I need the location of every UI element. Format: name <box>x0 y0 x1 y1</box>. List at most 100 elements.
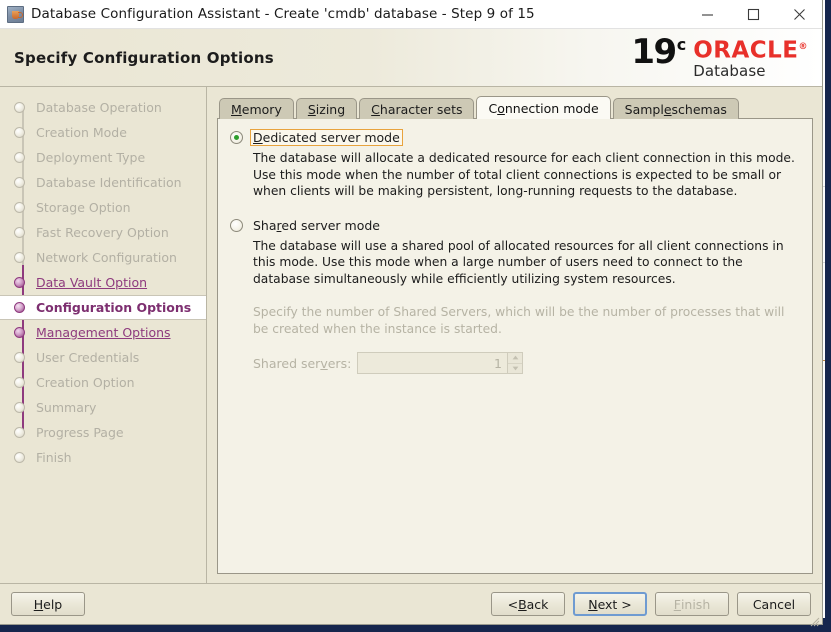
step-bullet-icon <box>14 252 25 263</box>
sidebar-step-progress-page[interactable]: Progress Page <box>0 420 206 445</box>
stepper-down-icon[interactable] <box>508 362 522 373</box>
sidebar-step-storage-option[interactable]: Storage Option <box>0 195 206 220</box>
shared-servers-stepper[interactable]: 1 <box>357 352 523 374</box>
help-button[interactable]: Help <box>11 592 85 616</box>
step-bullet-icon <box>14 202 25 213</box>
dbca-dialog-window: Database Configuration Assistant - Creat… <box>0 0 823 627</box>
resize-grip[interactable] <box>809 612 820 627</box>
sidebar-step-label: Deployment Type <box>36 150 146 165</box>
radio-dedicated-server-mode[interactable] <box>230 131 243 144</box>
logo-version-number: 19 <box>631 32 677 72</box>
button-label-rest: ext > <box>597 596 632 612</box>
title-bar[interactable]: Database Configuration Assistant - Creat… <box>0 0 822 29</box>
sidebar-step-label: Creation Option <box>36 375 135 390</box>
tab-label-rest: nnection mode <box>504 100 599 116</box>
sidebar-step-label: Summary <box>36 400 97 415</box>
dialog-footer: Help < Back Next > Finish Cancel <box>0 584 822 627</box>
label-rest: edicated server mode <box>262 130 400 145</box>
tab-label-start: Sampl <box>624 101 664 117</box>
stepper-arrows <box>507 353 522 373</box>
sidebar-step-user-credentials[interactable]: User Credentials <box>0 345 206 370</box>
tab-mnemonic: M <box>231 101 242 117</box>
step-bullet-icon <box>14 277 25 288</box>
sidebar-step-label: Data Vault Option <box>36 275 148 290</box>
tab-connection-mode[interactable]: Co nnection mode <box>476 96 611 119</box>
tab-character-sets[interactable]: Character sets <box>359 98 475 119</box>
shared-servers-value[interactable]: 1 <box>358 353 507 373</box>
step-bullet-icon <box>14 452 25 463</box>
sidebar-step-fast-recovery-option[interactable]: Fast Recovery Option <box>0 220 206 245</box>
next-button[interactable]: Next > <box>573 592 647 616</box>
desktop-background: Database Configuration Assistant - Creat… <box>0 0 831 632</box>
tab-label-rest: haracter sets <box>379 101 463 117</box>
step-bullet-icon <box>14 152 25 163</box>
logo-brand-name: ORACLE® <box>693 36 808 62</box>
sidebar-step-database-operation[interactable]: Database Operation <box>0 95 206 120</box>
shared-server-mode-option[interactable]: Shared server mode <box>230 217 800 234</box>
tab-label-start: C <box>488 100 498 116</box>
logo-product-name: Database <box>693 61 766 80</box>
page-title: Specify Configuration Options <box>14 48 274 67</box>
dedicated-server-mode-label[interactable]: Dedicated server mode <box>250 129 403 146</box>
sidebar-step-management-options[interactable]: Management Options <box>0 320 206 345</box>
tab-memory[interactable]: Memory <box>219 98 294 119</box>
tab-label-rest: emory <box>241 101 282 117</box>
shared-server-mode-label[interactable]: Shared server mode <box>250 217 383 234</box>
sidebar-step-deployment-type[interactable]: Deployment Type <box>0 145 206 170</box>
window-controls <box>684 0 822 29</box>
step-bullet-icon <box>14 302 25 313</box>
tab-sample-schemas[interactable]: Sampl e schemas <box>612 98 739 119</box>
stepper-up-icon[interactable] <box>508 353 522 363</box>
close-button[interactable] <box>776 0 822 29</box>
step-bullet-icon <box>14 352 25 363</box>
logo-trademark: ® <box>798 42 808 52</box>
sidebar-step-network-configuration[interactable]: Network Configuration <box>0 245 206 270</box>
sidebar-step-label: User Credentials <box>36 350 140 365</box>
step-bullet-icon <box>14 402 25 413</box>
step-bullet-icon <box>14 102 25 113</box>
footer-button-group: < Back Next > Finish Cancel <box>491 592 811 616</box>
tab-strip: Memory Sizing Character sets Co nnection … <box>217 96 813 119</box>
tab-sizing[interactable]: Sizing <box>295 98 358 119</box>
label-mnemonic: D <box>253 130 263 145</box>
dialog-body: Database Operation Creation Mode Deploym… <box>0 87 822 584</box>
maximize-button[interactable] <box>730 0 776 29</box>
label-rest: ed server mode <box>281 217 380 233</box>
shared-server-mode-description: The database will use a shared pool of a… <box>253 238 784 286</box>
step-bullet-icon <box>14 377 25 388</box>
button-mnemonic: B <box>518 596 527 612</box>
button-label-rest: elp <box>43 596 63 612</box>
sidebar-step-label: Database Identification <box>36 175 182 190</box>
window-title: Database Configuration Assistant - Creat… <box>31 6 535 22</box>
button-label-start: < <box>507 596 519 612</box>
sidebar-step-label: Progress Page <box>36 425 124 440</box>
sidebar-step-data-vault-option[interactable]: Data Vault Option <box>0 270 206 295</box>
tab-mnemonic: S <box>307 101 316 117</box>
button-label-rest: inish <box>680 596 711 612</box>
step-bullet-icon <box>14 227 25 238</box>
sidebar-step-label: Storage Option <box>36 200 131 215</box>
cancel-button[interactable]: Cancel <box>737 592 811 616</box>
label-start: Shared ser <box>253 355 321 371</box>
sidebar-step-configuration-options[interactable]: Configuration Options <box>0 295 206 320</box>
tab-label-rest: izing <box>315 101 346 117</box>
sidebar-step-creation-mode[interactable]: Creation Mode <box>0 120 206 145</box>
sidebar-step-label: Fast Recovery Option <box>36 225 169 240</box>
radio-shared-server-mode[interactable] <box>230 218 243 232</box>
java-coffee-cup-icon <box>7 5 24 23</box>
sidebar-step-label: Creation Mode <box>36 125 127 140</box>
sidebar-step-database-identification[interactable]: Database Identification <box>0 170 206 195</box>
dedicated-server-mode-option[interactable]: Dedicated server mode <box>230 129 800 146</box>
sidebar-step-creation-option[interactable]: Creation Option <box>0 370 206 395</box>
back-button[interactable]: < Back <box>491 592 565 616</box>
step-bullet-icon <box>14 327 25 338</box>
finish-button: Finish <box>655 592 729 616</box>
minimize-button[interactable] <box>684 0 730 29</box>
sidebar-step-label: Network Configuration <box>36 250 177 265</box>
sidebar-step-summary[interactable]: Summary <box>0 395 206 420</box>
sidebar-step-finish[interactable]: Finish <box>0 445 206 470</box>
connection-mode-panel: Dedicated server mode The database will … <box>217 118 813 574</box>
tab-mnemonic: o <box>497 100 505 116</box>
tab-mnemonic: C <box>371 101 380 117</box>
step-bullet-icon <box>14 427 25 438</box>
